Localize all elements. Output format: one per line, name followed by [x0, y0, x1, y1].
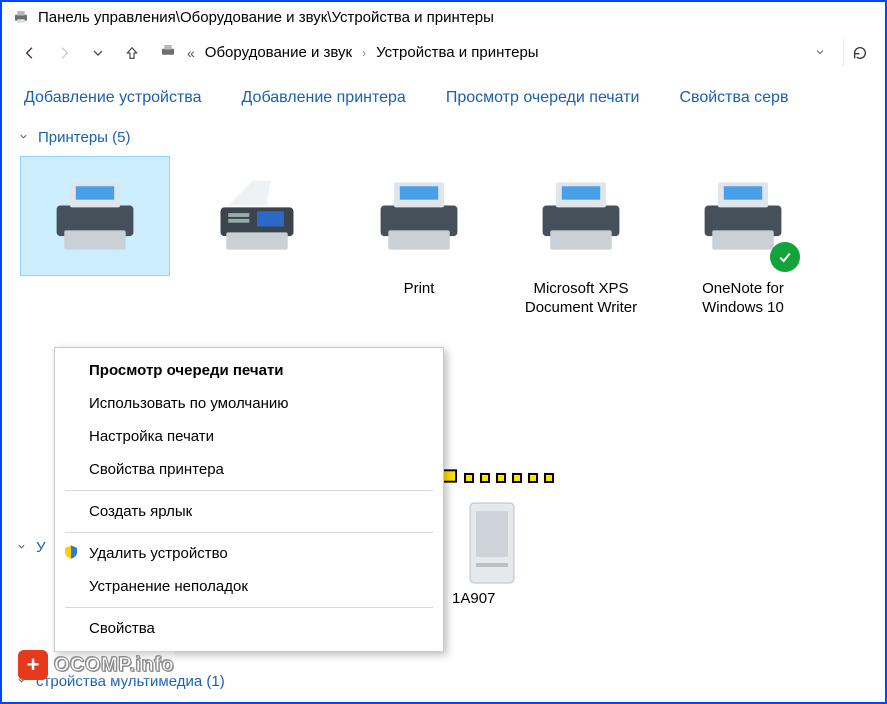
back-button[interactable]	[16, 39, 44, 67]
printer-tile[interactable]: Print	[344, 156, 494, 318]
ctx-remove-label: Удалить устройство	[89, 545, 228, 562]
ctx-print-prefs[interactable]: Настройка печати	[55, 420, 443, 453]
default-check-icon	[770, 242, 800, 272]
forward-button	[50, 39, 78, 67]
up-button[interactable]	[118, 39, 146, 67]
device-icon[interactable]	[452, 497, 532, 597]
printers-grid: Print Microsoft XPS Document Writer OneN…	[14, 152, 873, 330]
ctx-troubleshoot[interactable]: Устранение неполадок	[55, 570, 443, 603]
breadcrumb-separator-icon: ›	[362, 46, 366, 60]
ctx-view-queue[interactable]: Просмотр очереди печати	[55, 354, 443, 387]
recent-locations-button[interactable]	[84, 39, 112, 67]
watermark-badge-icon: +	[18, 650, 48, 680]
watermark: + OCOMP.info	[18, 650, 174, 680]
printer-icon	[668, 156, 818, 276]
group-unspecified-label: У	[36, 539, 46, 556]
cmd-add-device[interactable]: Добавление устройства	[24, 89, 202, 107]
printer-label: OneNote for Windows 10	[668, 276, 818, 318]
printer-tile[interactable]: OneNote for Windows 10	[668, 156, 818, 318]
printer-tile[interactable]	[182, 156, 332, 318]
ctx-properties[interactable]: Свойства	[55, 612, 443, 645]
chevron-down-icon	[16, 129, 30, 146]
printer-tile[interactable]	[20, 156, 170, 318]
printer-label: Microsoft XPS Document Writer	[506, 276, 656, 318]
group-printers-header[interactable]: Принтеры (5)	[14, 123, 873, 152]
printer-icon	[20, 156, 170, 276]
watermark-text: OCOMP.info	[54, 654, 174, 677]
cmd-server-props[interactable]: Свойства серв	[679, 89, 788, 107]
device-label: 1A907	[452, 590, 495, 607]
printers-title-icon	[12, 8, 30, 26]
printer-label: Print	[344, 276, 494, 299]
ctx-separator	[65, 532, 433, 533]
ctx-separator	[65, 490, 433, 491]
refresh-button[interactable]	[843, 39, 875, 67]
annotation-dots	[464, 470, 560, 486]
printer-label	[182, 276, 332, 280]
breadcrumb-hardware[interactable]: Оборудование и звук	[205, 44, 352, 61]
ctx-set-default[interactable]: Использовать по умолчанию	[55, 387, 443, 420]
printer-label	[20, 276, 170, 280]
ctx-separator	[65, 607, 433, 608]
breadcrumb-devices[interactable]: Устройства и принтеры	[376, 44, 538, 61]
context-menu: Просмотр очереди печати Использовать по …	[54, 347, 444, 652]
address-overflow-icon[interactable]: «	[187, 45, 195, 61]
printer-icon	[506, 156, 656, 276]
address-dropdown-icon[interactable]	[814, 45, 826, 61]
ctx-printer-props[interactable]: Свойства принтера	[55, 453, 443, 486]
group-unspecified-header[interactable]: У	[14, 539, 46, 556]
fax-icon	[182, 156, 332, 276]
group-printers-label: Принтеры (5)	[38, 129, 130, 146]
ctx-create-shortcut[interactable]: Создать ярлык	[55, 495, 443, 528]
title-bar: Панель управления\Оборудование и звук\Ус…	[2, 2, 885, 30]
command-bar: Добавление устройства Добавление принтер…	[2, 73, 885, 121]
address-icon	[159, 42, 177, 63]
chevron-down-icon	[14, 539, 28, 556]
printer-tile[interactable]: Microsoft XPS Document Writer	[506, 156, 656, 318]
ctx-remove-device[interactable]: Удалить устройство	[55, 537, 443, 570]
nav-row: « Оборудование и звук › Устройства и при…	[2, 30, 885, 73]
cmd-add-printer[interactable]: Добавление принтера	[242, 89, 406, 107]
printer-icon	[344, 156, 494, 276]
cmd-view-queue[interactable]: Просмотр очереди печати	[446, 89, 640, 107]
window-title: Панель управления\Оборудование и звук\Ус…	[38, 9, 494, 26]
address-bar[interactable]: « Оборудование и звук › Устройства и при…	[152, 38, 833, 67]
uac-shield-icon	[63, 544, 79, 564]
